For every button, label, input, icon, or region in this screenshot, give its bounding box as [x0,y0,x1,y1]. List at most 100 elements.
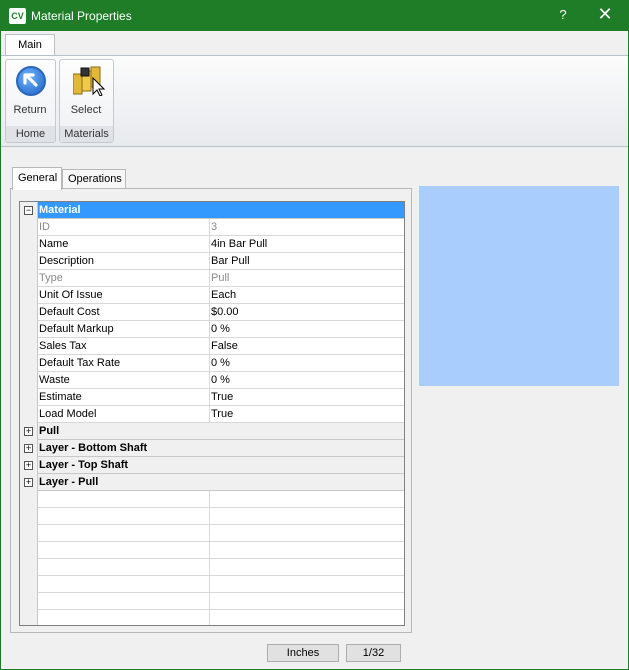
grid-empty-row [20,559,404,576]
grid-category-row[interactable]: + Layer - Pull [20,474,404,491]
property-value: 3 [210,219,404,236]
property-value: Pull [210,270,404,287]
ribbon-tab-main[interactable]: Main [5,34,55,56]
grid-empty-row [20,576,404,593]
empty-cell [38,576,210,593]
tab-operations[interactable]: Operations [62,169,126,189]
expand-icon[interactable]: + [24,427,33,436]
property-name: Name [38,236,210,253]
grid-category-label: Pull [38,423,404,440]
empty-cell [38,559,210,576]
property-value[interactable]: 4in Bar Pull [210,236,404,253]
empty-cell [38,525,210,542]
return-button[interactable]: Return [6,62,54,122]
property-name: Unit Of Issue [38,287,210,304]
grid-property-row[interactable]: Estimate True [20,389,404,406]
grid-empty-row [20,491,404,508]
ribbon-group-materials: Select Materials [59,59,114,143]
tab-general[interactable]: General [12,167,62,190]
property-name: Type [38,270,210,287]
grid-property-row[interactable]: Default Tax Rate 0 % [20,355,404,372]
property-value[interactable]: False [210,338,404,355]
empty-cell [38,542,210,559]
grid-category-row[interactable]: + Pull [20,423,404,440]
grid-property-row[interactable]: Type Pull [20,270,404,287]
grid-property-row[interactable]: ID 3 [20,219,404,236]
grid-empty-row [20,508,404,525]
grid-property-row[interactable]: Description Bar Pull [20,253,404,270]
title-bar: CV Material Properties ? ✕ [1,1,628,31]
grid-property-row[interactable]: Load Model True [20,406,404,423]
return-arrow-icon [16,66,46,96]
ribbon-group-home: Return Home [5,59,56,143]
grid-property-row[interactable]: Default Cost $0.00 [20,304,404,321]
property-value[interactable]: 0 % [210,355,404,372]
expand-icon[interactable]: + [24,444,33,453]
property-name: Default Cost [38,304,210,321]
ribbon-group-label-home: Home [6,126,55,142]
select-button[interactable]: Select [62,62,110,122]
empty-cell [38,508,210,525]
grid-property-row[interactable]: Name 4in Bar Pull [20,236,404,253]
material-preview [419,186,619,386]
units-button[interactable]: Inches [267,644,339,662]
property-name: Description [38,253,210,270]
grid-category-label: Layer - Top Shaft [38,457,404,474]
empty-cell [210,576,404,593]
grid-category-label: Layer - Pull [38,474,404,491]
return-button-label: Return [13,104,47,116]
grid-empty-row [20,525,404,542]
precision-button[interactable]: 1/32 [346,644,401,662]
property-name: Default Markup [38,321,210,338]
ribbon-group-label-materials: Materials [60,126,113,142]
property-name: Estimate [38,389,210,406]
property-value[interactable]: 0 % [210,372,404,389]
empty-cell [38,491,210,508]
ribbon-tabstrip: Main [1,31,628,56]
help-button[interactable]: ? [555,7,571,22]
property-value[interactable]: True [210,389,404,406]
ribbon-body: Return Home Select Materials [1,55,628,147]
property-name: Load Model [38,406,210,423]
grid-empty-row [20,542,404,559]
empty-cell [210,542,404,559]
empty-cell [38,610,210,625]
property-name: ID [38,219,210,236]
empty-cell [210,491,404,508]
material-properties-window: CV Material Properties ? ✕ Main Return H… [0,0,629,670]
window-title: Material Properties [31,9,132,23]
empty-cell [210,593,404,610]
close-button[interactable]: ✕ [595,4,615,25]
grid-category-label: Layer - Bottom Shaft [38,440,404,457]
property-value[interactable]: 0 % [210,321,404,338]
grid-category-row[interactable]: + Layer - Top Shaft [20,457,404,474]
property-value[interactable]: Each [210,287,404,304]
empty-cell [210,559,404,576]
property-name: Default Tax Rate [38,355,210,372]
property-name: Sales Tax [38,338,210,355]
grid-property-row[interactable]: Default Markup 0 % [20,321,404,338]
expand-icon[interactable]: + [24,478,33,487]
grid-category-row[interactable]: + Layer - Bottom Shaft [20,440,404,457]
grid-property-row[interactable]: Sales Tax False [20,338,404,355]
app-icon: CV [9,8,26,24]
property-name: Waste [38,372,210,389]
empty-cell [210,610,404,625]
expand-icon[interactable]: + [24,461,33,470]
grid-empty-row [20,610,404,625]
property-value[interactable]: $0.00 [210,304,404,321]
grid-property-row[interactable]: Waste 0 % [20,372,404,389]
select-materials-icon [72,64,106,97]
general-tab-panel: − Material ID 3 Name 4in Bar Pull Description B… [10,188,412,633]
empty-cell [210,525,404,542]
grid-category-row[interactable]: − Material [20,202,404,219]
property-grid[interactable]: − Material ID 3 Name 4in Bar Pull Description B… [19,201,405,626]
collapse-icon[interactable]: − [24,206,33,215]
grid-category-label: Material [38,202,404,219]
empty-cell [210,508,404,525]
grid-property-row[interactable]: Unit Of Issue Each [20,287,404,304]
empty-cell [38,593,210,610]
property-value[interactable]: Bar Pull [210,253,404,270]
grid-empty-row [20,593,404,610]
property-value[interactable]: True [210,406,404,423]
